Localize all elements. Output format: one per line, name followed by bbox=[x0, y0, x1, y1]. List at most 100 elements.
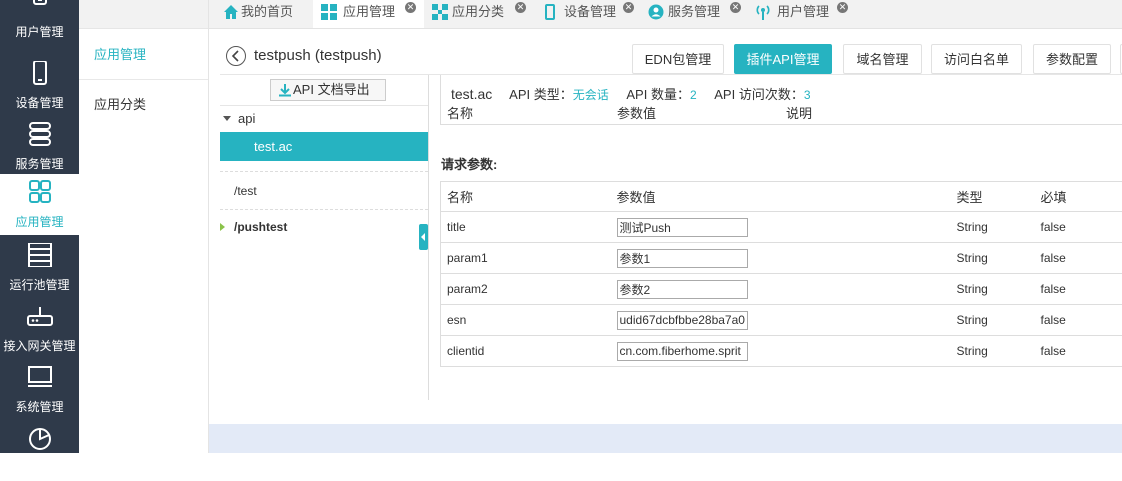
export-api-doc-button[interactable]: API 文档导出 bbox=[270, 79, 386, 101]
close-icon[interactable]: ✕ bbox=[515, 2, 526, 13]
param-type: String bbox=[951, 274, 1035, 305]
column-header: 说明 bbox=[786, 103, 812, 122]
sidebar-item-service-management[interactable]: 服务管理 bbox=[0, 116, 79, 177]
close-icon[interactable]: ✕ bbox=[623, 2, 634, 13]
tab-edn-package[interactable]: EDN包管理 bbox=[632, 44, 724, 74]
column-header: 参数值 bbox=[611, 182, 951, 212]
table-row: clientid String false bbox=[441, 336, 1122, 367]
router-icon bbox=[27, 304, 53, 328]
column-header: 名称 bbox=[447, 103, 473, 122]
tab-param-config[interactable]: 参数配置 bbox=[1033, 44, 1111, 74]
main-sidebar: 用户管理 设备管理 服务管理 应用管理 运行池管理 接入网关管理 系统管理 bbox=[0, 0, 79, 453]
param-name: clientid bbox=[441, 336, 611, 367]
param-type: String bbox=[951, 336, 1035, 367]
column-header: 必填 bbox=[1035, 182, 1122, 212]
param-value-cell bbox=[611, 274, 951, 305]
tree-node-label: /test bbox=[234, 184, 257, 198]
export-label: API 文档导出 bbox=[293, 82, 370, 97]
param-name: param1 bbox=[441, 243, 611, 274]
tree-divider bbox=[220, 209, 428, 210]
tab-app-management[interactable]: 应用管理 ✕ bbox=[313, 0, 424, 28]
chevron-left-icon bbox=[421, 233, 425, 241]
sidebar-item-label: 接入网关管理 bbox=[0, 339, 79, 353]
api-count-value: 2 bbox=[690, 88, 697, 102]
table-row: esn String false bbox=[441, 305, 1122, 336]
column-header: 类型 bbox=[951, 182, 1035, 212]
sidebar-item-run-pool-management[interactable]: 运行池管理 bbox=[0, 237, 79, 298]
param-required: false bbox=[1035, 274, 1122, 305]
page-title: testpush (testpush) bbox=[254, 47, 382, 64]
sidebar-item-system-management[interactable]: 系统管理 bbox=[0, 359, 79, 420]
signal-icon bbox=[755, 4, 771, 20]
table-row: param2 String false bbox=[441, 274, 1122, 305]
param-value-input[interactable] bbox=[617, 218, 748, 237]
param-required: false bbox=[1035, 243, 1122, 274]
sidebar-item-user-management[interactable]: 用户管理 bbox=[0, 0, 79, 45]
grid-apps-icon bbox=[27, 180, 53, 204]
sidebar-item-gateway-management[interactable]: 接入网关管理 bbox=[0, 298, 79, 359]
tab-whitelist[interactable]: 访问白名单 bbox=[931, 44, 1022, 74]
tab-service-management[interactable]: 服务管理 ✕ bbox=[642, 0, 743, 28]
tab-label: 我的首页 bbox=[241, 4, 293, 19]
response-table-header: 名称 参数值 说明 bbox=[440, 101, 1122, 125]
subnav-item-app-category[interactable]: 应用分类 bbox=[79, 79, 208, 130]
download-icon bbox=[278, 83, 292, 97]
close-icon[interactable]: ✕ bbox=[837, 2, 848, 13]
home-icon bbox=[223, 4, 239, 20]
pie-chart-icon bbox=[27, 426, 53, 450]
param-type: String bbox=[951, 305, 1035, 336]
tab-device-management[interactable]: 设备管理 ✕ bbox=[536, 0, 636, 28]
sidebar-item-app-management[interactable]: 应用管理 bbox=[0, 174, 79, 235]
api-count-label: API 数量： bbox=[626, 87, 690, 102]
tree-node-api[interactable]: api bbox=[220, 108, 428, 128]
chevron-left-icon bbox=[227, 47, 245, 65]
tab-app-category[interactable]: 应用分类 ✕ bbox=[426, 0, 528, 28]
tab-user-management[interactable]: 用户管理 ✕ bbox=[749, 0, 850, 28]
request-params-title: 请求参数: bbox=[441, 154, 497, 173]
mobile-icon bbox=[27, 61, 53, 85]
sidebar-item-statistics[interactable] bbox=[0, 420, 79, 481]
param-value-cell bbox=[611, 336, 951, 367]
tree-node-test[interactable]: /test bbox=[220, 181, 428, 201]
sidebar-item-device-management[interactable]: 设备管理 bbox=[0, 55, 79, 116]
tab-plugin-api[interactable]: 插件API管理 bbox=[734, 44, 832, 74]
api-type-value: 无会话 bbox=[573, 88, 609, 102]
table-row: title String false bbox=[441, 212, 1122, 243]
param-value-input[interactable] bbox=[617, 280, 748, 299]
tree-node-label: test.ac bbox=[254, 139, 292, 154]
param-value-input[interactable] bbox=[617, 342, 748, 361]
param-value-cell bbox=[611, 305, 951, 336]
param-value-input[interactable] bbox=[617, 311, 748, 330]
subnav-item-app-management[interactable]: 应用管理 bbox=[79, 29, 208, 80]
close-icon[interactable]: ✕ bbox=[405, 2, 416, 13]
api-tree: API 文档导出 api test.ac /test /pushtest bbox=[220, 75, 429, 400]
tab-domain[interactable]: 域名管理 bbox=[843, 44, 922, 74]
api-visits-value: 3 bbox=[804, 88, 811, 102]
api-visits-label: API 访问次数： bbox=[714, 87, 804, 102]
user-circle-icon bbox=[648, 4, 664, 20]
server-stack-icon bbox=[27, 122, 53, 146]
table-row: param1 String false bbox=[441, 243, 1122, 274]
param-value-input[interactable] bbox=[617, 249, 748, 268]
request-params-table: 名称 参数值 类型 必填 title String false param1 S… bbox=[440, 181, 1122, 367]
rack-icon bbox=[27, 243, 53, 267]
tab-home[interactable]: 我的首页 bbox=[217, 0, 313, 28]
tab-label: 应用分类 bbox=[450, 4, 504, 19]
tree-node-pushtest[interactable]: /pushtest bbox=[220, 217, 428, 237]
collapse-panel-handle[interactable] bbox=[419, 224, 428, 250]
sidebar-item-label: 运行池管理 bbox=[0, 278, 79, 292]
caret-down-icon[interactable] bbox=[223, 116, 231, 121]
caret-right-icon[interactable] bbox=[220, 223, 225, 231]
table-header-row: 名称 参数值 类型 必填 bbox=[441, 182, 1122, 212]
sidebar-item-label: 用户管理 bbox=[0, 25, 79, 39]
footer-bar bbox=[209, 424, 1122, 453]
close-icon[interactable]: ✕ bbox=[730, 2, 741, 13]
subnav-top-strip bbox=[79, 0, 208, 29]
mobile-icon bbox=[542, 4, 558, 20]
tree-node-test-ac[interactable]: test.ac bbox=[220, 132, 428, 161]
param-required: false bbox=[1035, 305, 1122, 336]
back-button[interactable] bbox=[226, 46, 246, 66]
tree-node-label: /pushtest bbox=[234, 220, 287, 234]
grid-icon bbox=[321, 4, 337, 20]
param-name: title bbox=[441, 212, 611, 243]
